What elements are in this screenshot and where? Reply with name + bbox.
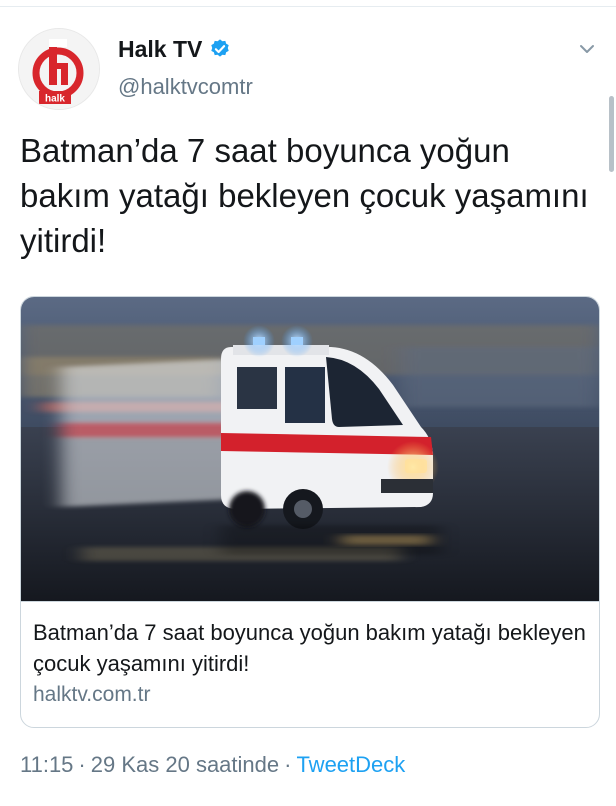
tweet[interactable]: halk Halk TV @halktvcomtr Batman’da 7 sa… <box>0 0 616 806</box>
meta-separator: · <box>284 752 292 777</box>
avatar-logo-text: halk <box>45 94 65 105</box>
chevron-down-icon[interactable] <box>576 38 598 60</box>
author-handle[interactable]: @halktvcomtr <box>118 74 253 100</box>
tweet-time[interactable]: 11:15 <box>20 752 73 777</box>
author-display-name[interactable]: Halk TV <box>118 36 202 63</box>
tweet-date[interactable]: 29 Kas 20 saatinde <box>91 752 279 777</box>
card-image-ambulance[interactable] <box>21 297 599 602</box>
verified-badge-icon <box>209 38 231 60</box>
card-title[interactable]: Batman’da 7 saat boyunca yoğun bakım yat… <box>33 617 589 679</box>
tweet-metadata: 11:15 · 29 Kas 20 saatinde · TweetDeck <box>20 752 405 778</box>
card-domain[interactable]: halktv.com.tr <box>33 683 150 707</box>
tweet-source-link[interactable]: TweetDeck <box>296 752 405 777</box>
meta-separator: · <box>78 752 86 777</box>
author-name-row[interactable]: Halk TV <box>118 34 231 64</box>
avatar[interactable]: halk <box>18 28 100 110</box>
tweet-text: Batman’da 7 saat boyunca yoğun bakım yat… <box>20 132 589 259</box>
link-card[interactable]: Batman’da 7 saat boyunca yoğun bakım yat… <box>20 296 600 728</box>
